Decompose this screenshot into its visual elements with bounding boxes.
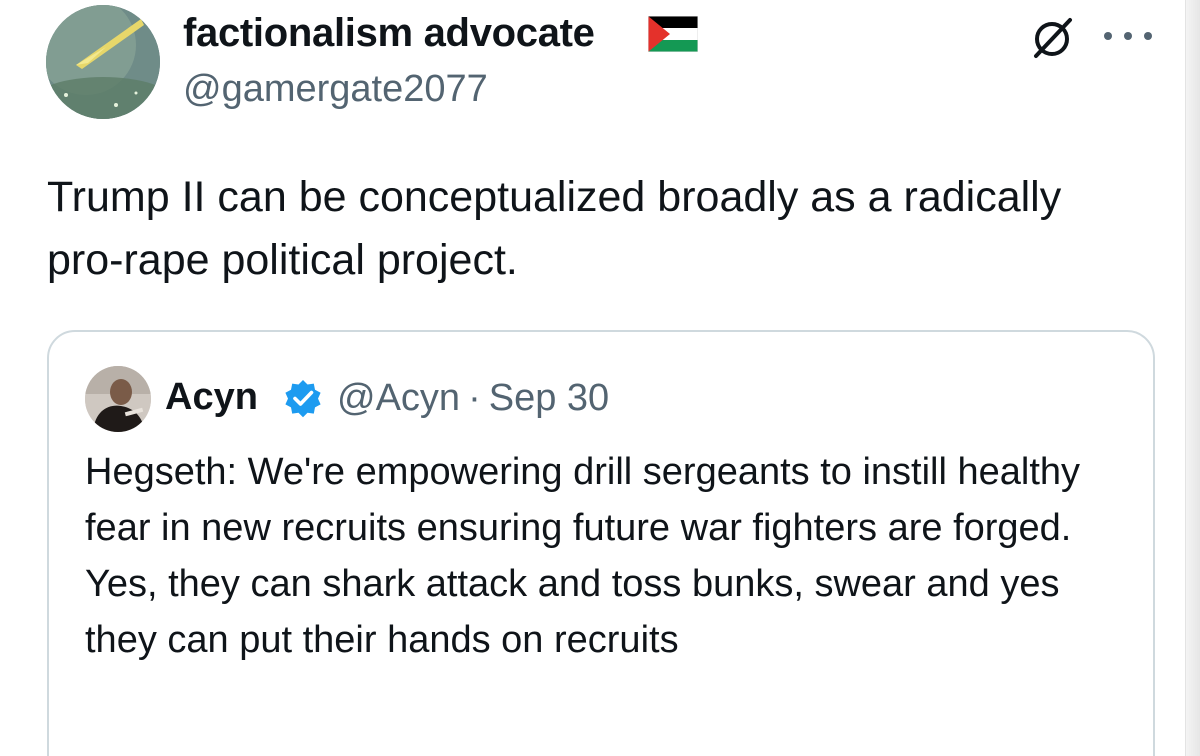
meta-separator: · bbox=[468, 377, 481, 419]
scrollbar-edge[interactable] bbox=[1185, 0, 1200, 756]
quoted-post-text: Hegseth: We're empowering drill sergeant… bbox=[85, 451, 1081, 661]
quoted-author-avatar[interactable] bbox=[85, 366, 151, 432]
quoted-avatar-image bbox=[85, 366, 151, 432]
quoted-author-display-name[interactable]: Acyn bbox=[165, 376, 258, 419]
quoted-author-handle[interactable]: @Acyn bbox=[337, 377, 460, 419]
author-avatar[interactable] bbox=[46, 5, 160, 119]
grok-icon[interactable] bbox=[1030, 16, 1074, 60]
avatar-image bbox=[46, 5, 160, 119]
quoted-post-card[interactable]: Acyn @Acyn · Sep 30 Hegseth: We're empower… bbox=[47, 330, 1155, 756]
palestine-flag-icon bbox=[648, 16, 698, 52]
verified-badge-icon bbox=[285, 380, 321, 418]
author-handle[interactable]: @gamergate2077 bbox=[183, 68, 488, 111]
post-text: Trump II can be conceptualized broadly a… bbox=[47, 173, 1062, 284]
post-screen: factionalism advocate @gamergate2077 Tru… bbox=[0, 0, 1200, 756]
quoted-post-date[interactable]: Sep 30 bbox=[489, 377, 609, 419]
author-display-name[interactable]: factionalism advocate bbox=[183, 11, 595, 56]
quoted-post-meta: @Acyn · Sep 30 bbox=[337, 377, 609, 420]
more-horizontal-icon[interactable] bbox=[1102, 30, 1154, 42]
